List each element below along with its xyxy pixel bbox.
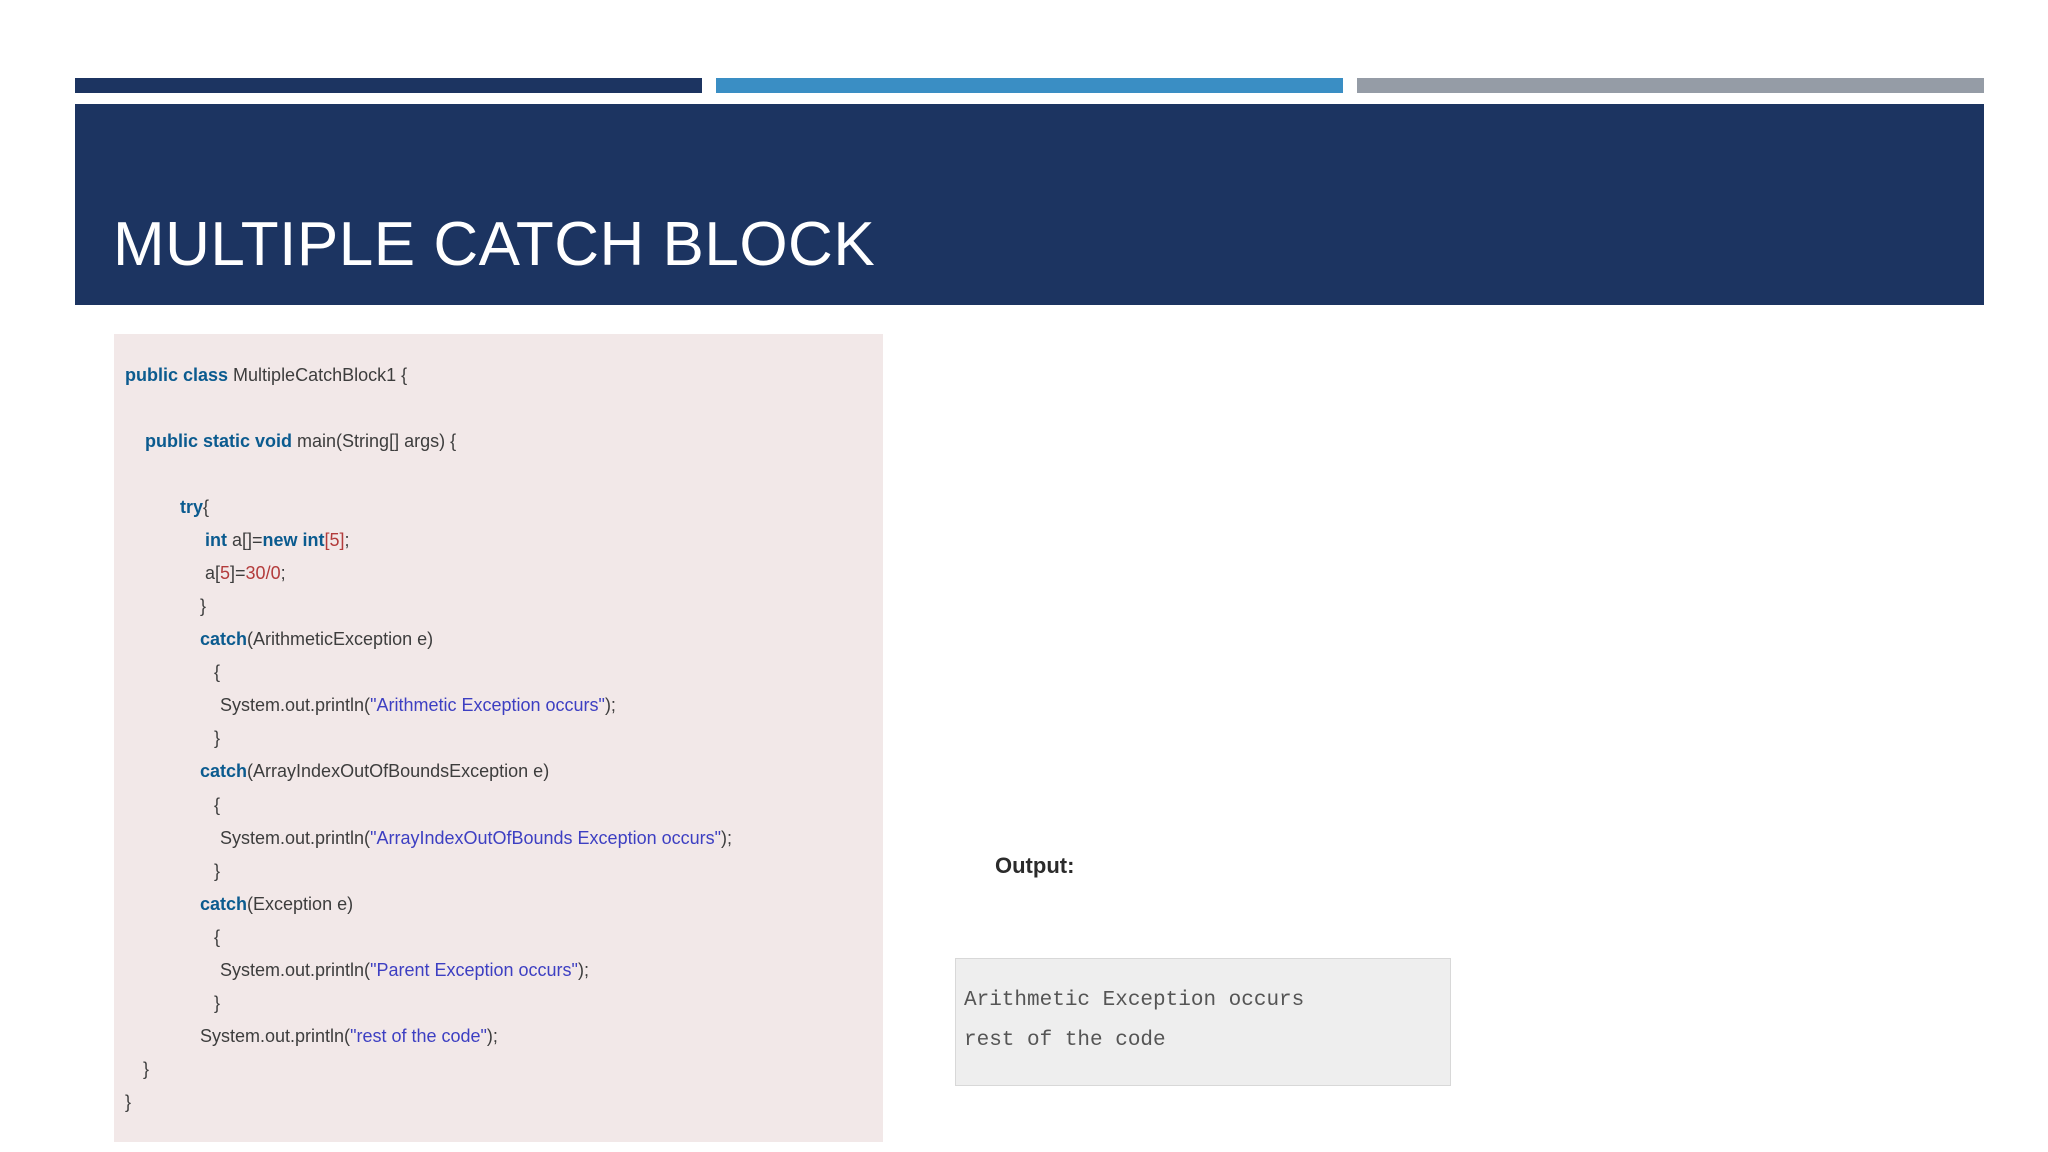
output-box: Arithmetic Exception occurs rest of the … [955, 958, 1451, 1086]
code-line: catch(ArrayIndexOutOfBoundsException e) [200, 760, 549, 782]
code-line: public class MultipleCatchBlock1 { [125, 364, 407, 386]
code-line: } [143, 1059, 150, 1079]
code-string: "Arithmetic Exception occurs" [370, 695, 605, 715]
code-text: (Exception e) [247, 894, 354, 914]
code-panel: public class MultipleCatchBlock1 { publi… [114, 334, 883, 1142]
code-line: public static void main(String[] args) { [145, 430, 456, 452]
code-line: { [214, 795, 221, 815]
code-keyword: public class [125, 365, 229, 385]
code-line: catch(Exception e) [200, 893, 353, 915]
code-text: ); [721, 828, 733, 848]
accent-bar-navy [75, 78, 702, 93]
code-number: 30/0 [245, 563, 281, 583]
code-line: try{ [180, 496, 209, 518]
code-text: ); [486, 1026, 498, 1046]
code-number: [5] [324, 530, 345, 550]
code-line: int a[]=new int[5]; [205, 529, 350, 551]
code-text: ]= [230, 563, 246, 583]
code-string: "ArrayIndexOutOfBounds Exception occurs" [370, 828, 722, 848]
code-text: (ArithmeticException e) [247, 629, 434, 649]
code-text: ); [577, 960, 589, 980]
slide-title: MULTIPLE CATCH BLOCK [113, 210, 876, 279]
code-line: a[5]=30/0; [205, 562, 286, 584]
code-text: a[]= [227, 530, 263, 550]
code-keyword: catch [200, 629, 248, 649]
code-text: System.out.println( [220, 960, 371, 980]
code-line: } [214, 993, 221, 1013]
code-text: ; [280, 563, 286, 583]
code-line: } [125, 1092, 132, 1112]
code-text: { [203, 497, 210, 517]
accent-bar-gray [1357, 78, 1984, 93]
output-line: rest of the code [964, 1029, 1166, 1052]
code-text: (ArrayIndexOutOfBoundsException e) [247, 761, 550, 781]
code-number: 5 [220, 563, 231, 583]
code-text: MultipleCatchBlock1 { [228, 365, 408, 385]
code-line: } [214, 728, 221, 748]
code-string: "rest of the code" [350, 1026, 487, 1046]
code-line: System.out.println("ArrayIndexOutOfBound… [220, 827, 732, 849]
output-line: Arithmetic Exception occurs [964, 989, 1305, 1012]
code-keyword: public static void [145, 431, 293, 451]
code-text: ; [344, 530, 350, 550]
code-text: main(String[] args) { [292, 431, 457, 451]
code-text: System.out.println( [200, 1026, 351, 1046]
code-line: } [200, 596, 207, 616]
code-line: System.out.println("Parent Exception occ… [220, 959, 589, 981]
code-string: "Parent Exception occurs" [370, 960, 578, 980]
code-line: { [214, 927, 221, 947]
code-text: System.out.println( [220, 828, 371, 848]
output-label: Output: [995, 853, 1075, 878]
code-line: } [214, 861, 221, 881]
code-text: System.out.println( [220, 695, 371, 715]
code-keyword: int [205, 530, 227, 550]
code-line: catch(ArithmeticException e) [200, 628, 433, 650]
code-keyword: new int [262, 530, 325, 550]
code-text: ); [604, 695, 616, 715]
code-line: System.out.println("Arithmetic Exception… [220, 694, 616, 716]
accent-bar-blue [716, 78, 1343, 93]
title-banner: MULTIPLE CATCH BLOCK [75, 104, 1984, 305]
code-keyword: catch [200, 761, 248, 781]
code-line: System.out.println("rest of the code"); [200, 1025, 498, 1047]
code-keyword: try [180, 497, 204, 517]
code-keyword: catch [200, 894, 248, 914]
code-text: a[ [205, 563, 221, 583]
code-line: { [214, 662, 221, 682]
